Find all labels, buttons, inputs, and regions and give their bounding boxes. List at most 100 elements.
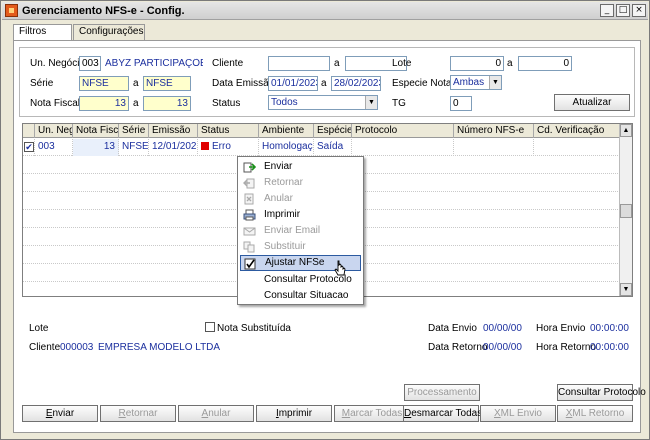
context-menu: Enviar Retornar Anular Imprimir Enviar E… [237,156,364,305]
status-text: Erro [212,141,231,152]
lote-a-label: a [507,58,513,69]
close-button[interactable]: × [632,4,646,17]
retornar-button[interactable]: Retornar [100,405,176,422]
col-cd-verificacao[interactable]: Cd. Verificação [534,124,620,138]
app-icon [5,4,18,17]
menu-item-label: Ajustar NFSe [265,257,325,268]
un-negocio-name: ABYZ PARTICIPAÇÕES E INV [105,58,203,69]
menu-item-retornar[interactable]: Retornar [240,175,361,191]
col-ambiente[interactable]: Ambiente [259,124,314,138]
mouse-cursor-icon [334,260,346,276]
cliente-from-field[interactable] [268,56,330,71]
desmarcar-todas-button[interactable]: Desmarcar Todas [403,405,482,422]
status-select[interactable]: Todos ▼ [268,95,378,110]
cell-numero-nfse [454,139,534,156]
dropdown-arrow-icon[interactable]: ▼ [365,96,377,109]
row-checkbox-cell[interactable]: ✔ [23,139,35,156]
cell-especie: Saída [314,139,352,156]
grid-header-check [23,124,35,138]
scroll-thumb[interactable] [620,204,632,218]
grid-vertical-scrollbar[interactable]: ▲ ▼ [619,124,632,296]
hora-envio-label: Hora Envio [536,323,586,334]
col-numero-nfse[interactable]: Número NFS-e [454,124,534,138]
title-bar[interactable]: Gerenciamento NFS-e - Config. _ □ × [2,2,648,20]
edit-check-icon [244,258,256,270]
table-row[interactable]: ✔ 003 13 NFSE 12/01/2023 Erro Homologaçã… [23,139,620,156]
return-icon [243,178,255,189]
lote-from-field[interactable]: 0 [450,56,504,71]
xml-envio-button[interactable]: XML Envio [480,405,556,422]
nota-substituida-checkbox[interactable] [205,322,215,332]
menu-item-anular[interactable]: Anular [240,191,361,207]
menu-item-enviar-email[interactable]: Enviar Email [240,223,361,239]
especie-nota-value: Ambas [453,77,485,88]
col-especie[interactable]: Espécie [314,124,352,138]
menu-item-enviar[interactable]: Enviar [240,159,361,175]
xml-retorno-button[interactable]: XML Retorno [557,405,633,422]
nota-fiscal-a-label: a [133,98,139,109]
dropdown-arrow-icon[interactable]: ▼ [489,76,501,89]
consultar-protocolo-button[interactable]: Consultar Protocolo [557,384,646,401]
atualizar-button[interactable]: Atualizar [554,94,630,111]
imprimir-button[interactable]: Imprimir [256,405,332,422]
data-envio-value: 00/00/00 [483,323,522,334]
cell-protocolo [352,139,454,156]
tab-configuracoes[interactable]: Configurações [73,24,145,40]
tg-field[interactable]: 0 [450,96,472,111]
col-serie[interactable]: Série [119,124,149,138]
un-negocio-label: Un. Negócio [30,58,86,69]
data-emissao-from-field[interactable]: 01/01/2023 [268,76,318,91]
especie-nota-label: Especie Nota [392,78,452,89]
menu-item-consultar-situacao[interactable]: Consultar Situacao [240,288,361,304]
cell-un-neg: 003 [35,139,73,156]
menu-item-imprimir[interactable]: Imprimir [240,207,361,223]
data-retorno-value: 00/00/00 [483,342,522,353]
email-icon [243,227,256,236]
data-emissao-to-field[interactable]: 28/02/2023 [331,76,381,91]
hora-envio-value: 00:00:00 [590,323,629,334]
serie-to-field[interactable]: NFSE [143,76,191,91]
menu-item-substituir[interactable]: Substituir [240,239,361,255]
status-value: Todos [271,97,298,108]
enviar-button[interactable]: Enviar [22,405,98,422]
row-checkbox[interactable]: ✔ [24,142,34,152]
detail-cliente-name: EMPRESA MODELO LTDA [98,342,221,353]
cancel-doc-icon [244,193,254,205]
nota-fiscal-from-field[interactable]: 13 [79,96,129,111]
scroll-up-icon[interactable]: ▲ [620,124,632,137]
processamento-button[interactable]: Processamento [404,384,480,401]
hora-retorno-label: Hora Retorno [536,342,597,353]
nota-fiscal-to-field[interactable]: 13 [143,96,191,111]
un-negocio-code-field[interactable]: 003 [79,56,101,71]
maximize-button[interactable]: □ [616,4,630,17]
tg-label: TG [392,98,406,109]
minimize-button[interactable]: _ [600,4,614,17]
cell-emissao: 12/01/2023 [149,139,198,156]
menu-item-label: Substituir [264,241,306,252]
scroll-down-icon[interactable]: ▼ [620,283,632,296]
lote-to-field[interactable]: 0 [518,56,572,71]
detail-cliente-code: 000003 [60,342,94,353]
data-retorno-label: Data Retorno [428,342,488,353]
col-nota-fiscal[interactable]: Nota Fiscal [73,124,119,138]
menu-item-label: Imprimir [264,209,301,220]
grid-header: Un. Neg. Nota Fiscal Série Emissão Statu… [23,124,620,138]
marcar-todas-button[interactable]: Marcar Todas [334,405,410,422]
main-window: Gerenciamento NFS-e - Config. _ □ × Filt… [0,0,650,440]
printer-icon [243,209,256,221]
cell-ambiente: Homologação [259,139,314,156]
col-status[interactable]: Status [198,124,259,138]
anular-button[interactable]: Anular [178,405,254,422]
nota-substituida-label: Nota Substituída [217,323,291,334]
menu-item-label: Anular [264,193,293,204]
serie-from-field[interactable]: NFSE [79,76,129,91]
especie-nota-select[interactable]: Ambas ▼ [450,75,502,90]
lote-label: Lote [392,58,412,69]
menu-item-label: Enviar [264,161,293,172]
col-un-neg[interactable]: Un. Neg. [35,124,73,138]
detail-cliente-label: Cliente [29,342,61,353]
menu-item-label: Enviar Email [264,225,321,236]
col-emissao[interactable]: Emissão [149,124,198,138]
col-protocolo[interactable]: Protocolo [352,124,454,138]
tab-filtros[interactable]: Filtros [13,24,72,41]
